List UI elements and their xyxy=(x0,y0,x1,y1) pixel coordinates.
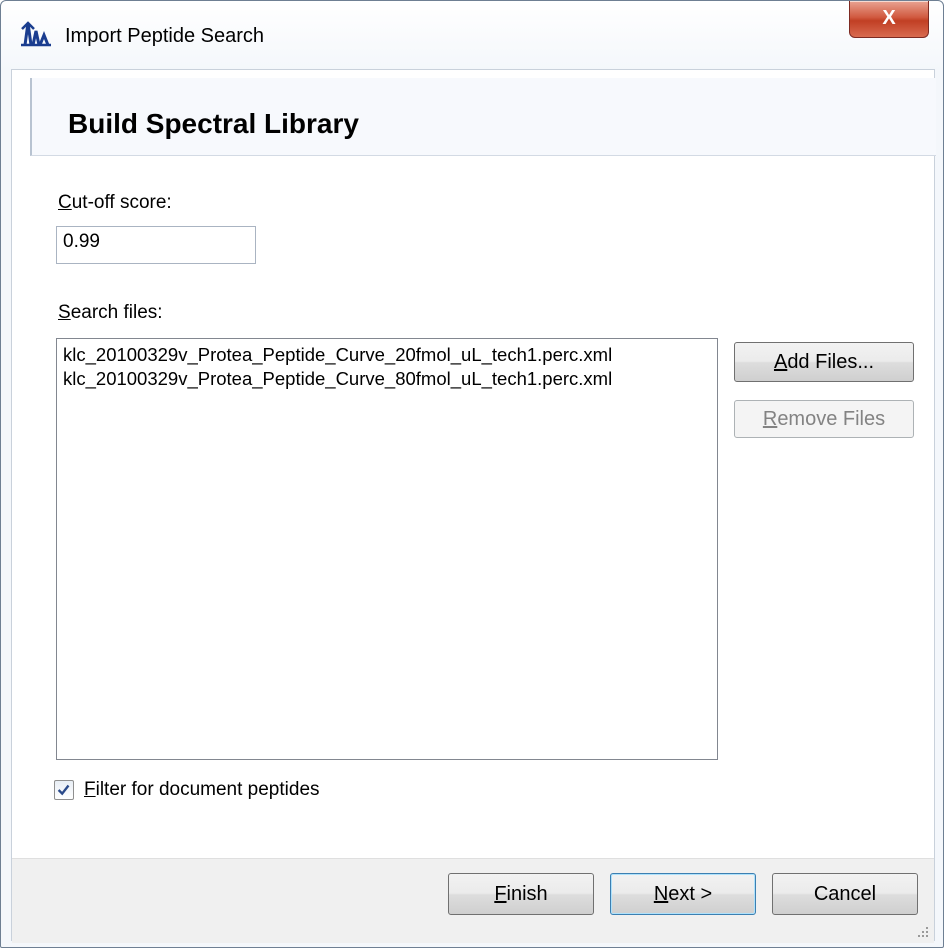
finish-mnemonic: F xyxy=(494,883,507,905)
chromatogram-peaks-icon xyxy=(21,21,51,47)
cutoff-score-label-text: ut-off score: xyxy=(71,192,172,213)
resize-grip-icon[interactable] xyxy=(916,925,930,939)
finish-button[interactable]: Finish xyxy=(448,873,594,915)
checkmark-icon xyxy=(57,784,70,796)
add-files-button[interactable]: Add Files... xyxy=(734,342,914,382)
search-files-label-text: earch files: xyxy=(70,302,163,323)
next-button[interactable]: Next > xyxy=(610,873,756,915)
import-peptide-search-window: Import Peptide Search X Build Spectral L… xyxy=(0,0,944,948)
list-item[interactable]: klc_20100329v_Protea_Peptide_Curve_20fmo… xyxy=(63,343,711,367)
remove-files-label: emove Files xyxy=(777,408,886,430)
filter-peptides-mnemonic: F xyxy=(84,779,96,800)
search-files-list[interactable]: klc_20100329v_Protea_Peptide_Curve_20fmo… xyxy=(56,338,718,760)
close-button[interactable]: X xyxy=(849,1,929,38)
cancel-button[interactable]: Cancel xyxy=(772,873,918,915)
button-bar: Finish Next > Cancel xyxy=(12,858,934,943)
next-label: ext > xyxy=(668,883,713,905)
dialog-client-area: Build Spectral Library Cut-off score: 0.… xyxy=(11,69,936,943)
list-item[interactable]: klc_20100329v_Protea_Peptide_Curve_80fmo… xyxy=(63,367,711,391)
page-header: Build Spectral Library xyxy=(30,78,936,156)
search-files-label-mnemonic: S xyxy=(58,302,71,323)
add-files-label: dd Files... xyxy=(787,351,875,373)
window-title: Import Peptide Search xyxy=(65,25,264,47)
page-title: Build Spectral Library xyxy=(68,108,359,139)
add-files-mnemonic: A xyxy=(773,351,788,373)
cutoff-score-label-mnemonic: C xyxy=(58,192,72,213)
finish-label: inish xyxy=(506,883,548,905)
filter-peptides-checkbox[interactable] xyxy=(54,780,74,800)
remove-files-mnemonic: R xyxy=(762,408,778,430)
cutoff-score-label: Cut-off score: xyxy=(58,192,172,214)
next-mnemonic: N xyxy=(653,883,669,905)
title-bar[interactable]: Import Peptide Search X xyxy=(1,1,943,61)
search-files-label: Search files: xyxy=(58,302,163,324)
filter-peptides-label-text: ilter for document peptides xyxy=(95,779,320,800)
close-icon: X xyxy=(882,7,896,29)
remove-files-button[interactable]: Remove Files xyxy=(734,400,914,438)
filter-peptides-label[interactable]: Filter for document peptides xyxy=(84,779,320,801)
cutoff-score-input[interactable]: 0.99 xyxy=(56,226,256,264)
